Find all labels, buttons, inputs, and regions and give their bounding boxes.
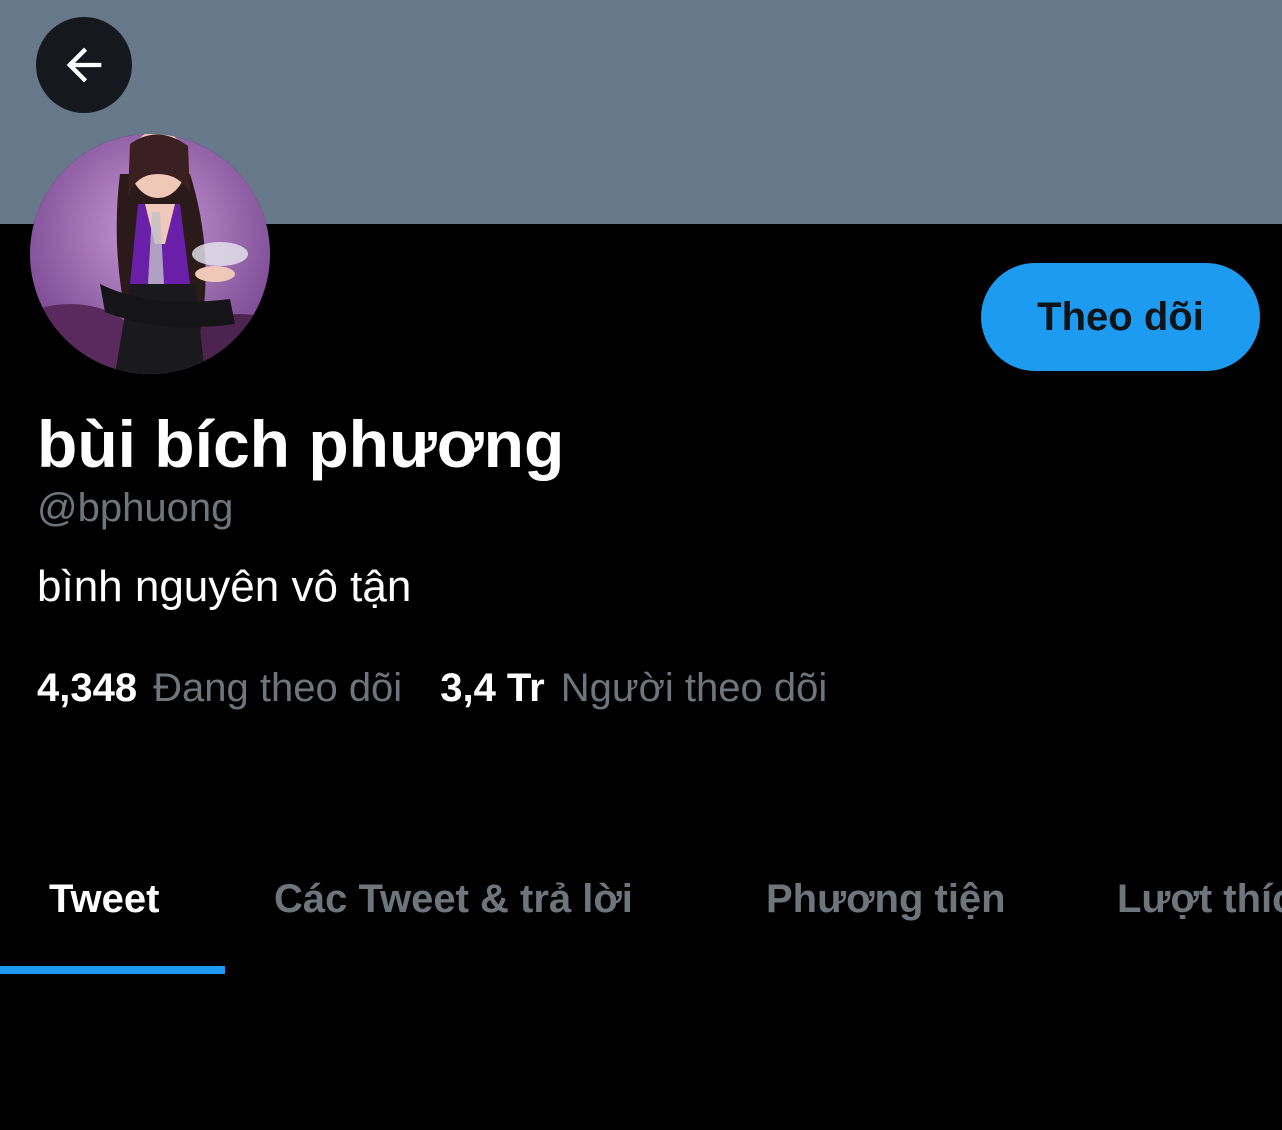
tab-media[interactable]: Phương tiện — [766, 850, 1006, 974]
profile-tabs: Tweet Các Tweet & trả lời Phương tiện Lư… — [0, 850, 1282, 974]
active-tab-indicator — [0, 966, 225, 974]
following-stat[interactable]: 4,348 Đang theo dõi — [37, 662, 402, 714]
display-name: bùi bích phương — [37, 407, 565, 481]
followers-stat[interactable]: 3,4 Tr Người theo dõi — [440, 662, 827, 714]
tab-likes[interactable]: Lượt thích — [1117, 850, 1282, 974]
profile-stats: 4,348 Đang theo dõi 3,4 Tr Người theo dõ… — [37, 662, 827, 714]
user-handle: @bphuong — [37, 486, 234, 530]
arrow-left-icon — [66, 47, 102, 83]
bio-text: bình nguyên vô tận — [37, 562, 412, 611]
follow-button[interactable]: Theo dõi — [981, 263, 1260, 371]
tab-tweets[interactable]: Tweet — [49, 850, 159, 974]
tab-tweets-and-replies[interactable]: Các Tweet & trả lời — [274, 850, 633, 974]
back-button[interactable] — [36, 17, 132, 113]
following-count: 4,348 — [37, 666, 138, 710]
followers-label: Người theo dõi — [560, 666, 828, 710]
avatar-image — [30, 134, 270, 374]
avatar[interactable] — [30, 134, 270, 374]
following-label: Đang theo dõi — [153, 666, 403, 710]
followers-count: 3,4 Tr — [440, 666, 545, 710]
